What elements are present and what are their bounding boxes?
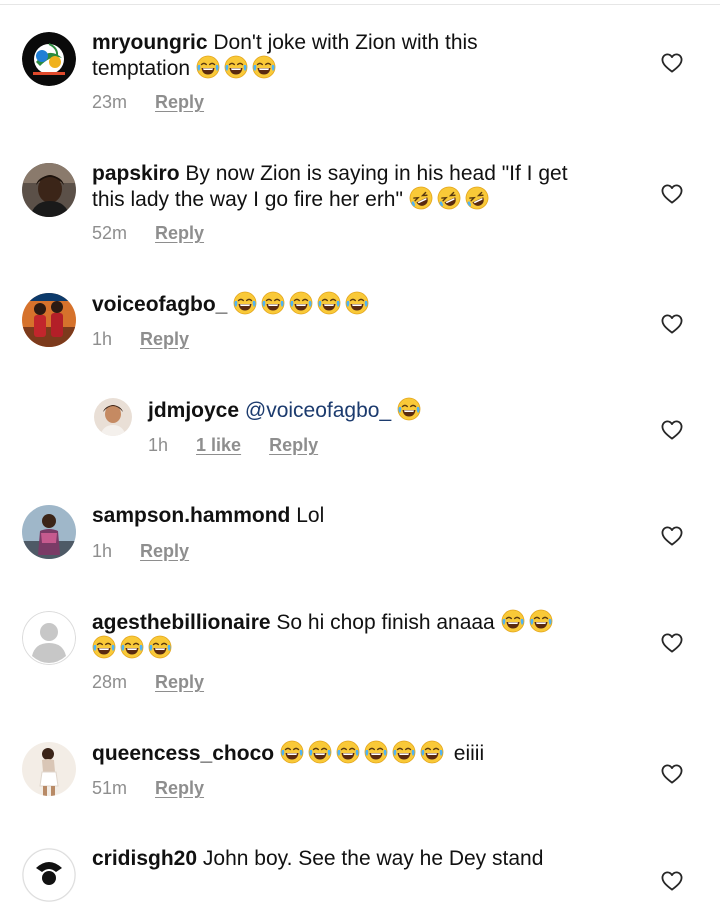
comment-text: agesthebillionaire So hi chop finish ana…: [92, 609, 612, 661]
timestamp: 28m: [92, 672, 128, 692]
avatar[interactable]: [22, 505, 76, 559]
avatar[interactable]: [22, 32, 76, 86]
avatar[interactable]: [22, 293, 76, 347]
username[interactable]: mryoungric: [92, 31, 208, 54]
heart-icon[interactable]: [660, 419, 684, 441]
username[interactable]: agesthebillionaire: [92, 611, 271, 634]
comment-text: voiceofagbo_: [92, 291, 652, 317]
joy-emoji-icon: [261, 291, 285, 315]
username[interactable]: sampson.hammond: [92, 504, 290, 527]
timestamp: 1h: [92, 329, 113, 349]
avatar[interactable]: [22, 163, 76, 217]
heart-icon[interactable]: [660, 870, 684, 892]
username[interactable]: jdmjoyce: [148, 399, 239, 422]
reply-button[interactable]: Reply: [269, 435, 318, 456]
timestamp: 1h: [148, 435, 169, 455]
rofl-emoji-icon: [464, 186, 489, 210]
comment-body: eiiii: [453, 742, 485, 765]
joy-emoji-icon: [420, 740, 444, 764]
comment-text: sampson.hammond Lol: [92, 503, 652, 528]
rofl-emoji-icon: [436, 186, 461, 210]
reply-button[interactable]: Reply: [155, 223, 204, 244]
comment-meta: 1h Reply: [92, 541, 189, 562]
joy-emoji-icon: [148, 635, 172, 659]
reply-button[interactable]: Reply: [155, 92, 204, 113]
joy-emoji-icon: [196, 55, 220, 79]
comment-meta: 1h Reply: [92, 329, 189, 350]
reply-button[interactable]: Reply: [155, 778, 204, 799]
comment-meta: 28m Reply: [92, 672, 204, 693]
reply-button[interactable]: Reply: [155, 672, 204, 693]
avatar[interactable]: [22, 611, 76, 665]
timestamp: 52m: [92, 223, 128, 243]
username[interactable]: voiceofagbo_: [92, 293, 227, 316]
joy-emoji-icon: [397, 397, 421, 421]
comment-text: cridisgh20 John boy. See the way he Dey …: [92, 846, 652, 871]
username[interactable]: cridisgh20: [92, 847, 197, 870]
joy-emoji-icon: [308, 740, 332, 764]
heart-icon[interactable]: [660, 525, 684, 547]
comment-text: jdmjoyce @voiceofagbo_: [148, 397, 648, 423]
top-divider: [0, 4, 720, 5]
comment-text: mryoungric Don't joke with Zion with thi…: [92, 30, 632, 81]
heart-icon[interactable]: [660, 763, 684, 785]
username[interactable]: queencess_choco: [92, 742, 274, 765]
avatar[interactable]: [22, 742, 76, 796]
comment-body: Lol: [296, 504, 325, 527]
timestamp: 1h: [92, 541, 113, 561]
joy-emoji-icon: [120, 635, 144, 659]
timestamp: 23m: [92, 92, 128, 112]
comment-body: Don't joke with Zion with this: [213, 31, 478, 54]
joy-emoji-icon: [528, 609, 553, 633]
joy-emoji-icon: [364, 740, 388, 764]
comment-meta: 1h 1 like Reply: [148, 435, 318, 456]
comment-text: papskiro By now Zion is saying in his he…: [92, 161, 652, 212]
rofl-emoji-icon: [408, 186, 433, 210]
comment-body-line2: this lady the way I go fire her erh": [92, 188, 403, 211]
heart-icon[interactable]: [660, 52, 684, 74]
joy-emoji-icon: [336, 740, 360, 764]
username[interactable]: papskiro: [92, 162, 180, 185]
joy-emoji-icon: [500, 609, 525, 633]
comment-text: queencess_choco eiiii: [92, 740, 652, 766]
heart-icon[interactable]: [660, 183, 684, 205]
joy-emoji-icon: [289, 291, 313, 315]
avatar[interactable]: [22, 848, 76, 902]
joy-emoji-icon: [92, 635, 116, 659]
comment-meta: 23m Reply: [92, 92, 204, 113]
comment-meta: 51m Reply: [92, 778, 204, 799]
heart-icon[interactable]: [660, 632, 684, 654]
joy-emoji-icon: [317, 291, 341, 315]
reply-button[interactable]: Reply: [140, 329, 189, 350]
timestamp: 51m: [92, 778, 128, 798]
joy-emoji-icon: [392, 740, 416, 764]
comment-body-line2: temptation: [92, 57, 191, 80]
comment-body: So hi chop finish anaaa: [276, 611, 495, 634]
comment-body: John boy. See the way he Dey stand: [202, 847, 544, 870]
comment-meta: 52m Reply: [92, 223, 204, 244]
heart-icon[interactable]: [660, 313, 684, 335]
joy-emoji-icon: [224, 55, 248, 79]
reply-button[interactable]: Reply: [140, 541, 189, 562]
comment-body: By now Zion is saying in his head "If I …: [185, 162, 568, 185]
joy-emoji-icon: [252, 55, 276, 79]
likes-count-button[interactable]: 1 like: [196, 435, 241, 456]
mention-link[interactable]: @voiceofagbo_: [245, 399, 391, 422]
joy-emoji-icon: [233, 291, 257, 315]
avatar[interactable]: [94, 398, 132, 436]
joy-emoji-icon: [280, 740, 304, 764]
joy-emoji-icon: [345, 291, 369, 315]
